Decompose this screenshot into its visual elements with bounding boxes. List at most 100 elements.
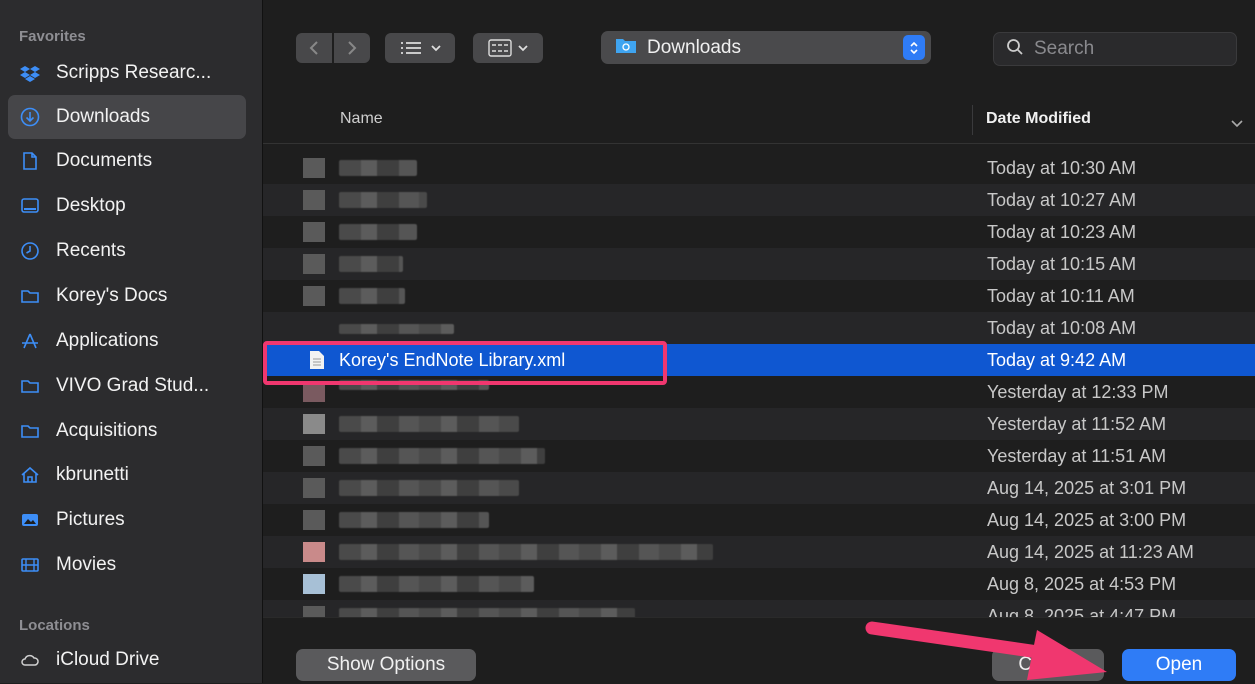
sidebar-item-label: Recents [56, 240, 126, 261]
blurred-filename [339, 192, 427, 208]
folder-icon [18, 419, 42, 443]
date-cell: Yesterday at 11:51 AM [987, 445, 1167, 466]
sidebar-item-pictures[interactable]: Pictures [8, 498, 246, 542]
search-input[interactable] [1032, 37, 1226, 61]
date-cell: Today at 10:15 AM [987, 253, 1137, 274]
open-button[interactable]: Open [1122, 649, 1236, 681]
downloads-icon [18, 105, 42, 129]
sidebar-item-label: VIVO Grad Stud... [56, 375, 210, 396]
pictures-icon [18, 508, 42, 532]
clock-icon [18, 239, 42, 263]
sidebar-item-label: Pictures [56, 509, 125, 530]
toolbar: Downloads [263, 0, 1255, 97]
sidebar-item-label: Korey's Docs [56, 285, 168, 306]
date-cell: Today at 10:30 AM [987, 157, 1137, 178]
file-row[interactable]: Today at 10:08 AM [263, 312, 1255, 344]
file-row[interactable]: Aug 14, 2025 at 11:23 AM [263, 536, 1255, 568]
sidebar: Favorites Scripps Researc... Downloads D… [0, 0, 263, 683]
file-row[interactable]: Aug 14, 2025 at 3:00 PM [263, 504, 1255, 536]
sidebar-item-desktop[interactable]: Desktop [8, 184, 246, 228]
file-row[interactable]: Today at 10:23 AM [263, 216, 1255, 248]
file-thumbnail [303, 382, 325, 402]
blurred-filename [339, 288, 405, 304]
list-header: Name Date Modified [263, 97, 1255, 144]
blurred-filename [339, 256, 403, 272]
blurred-filename [339, 512, 489, 528]
list-view-icon [399, 40, 425, 56]
file-row[interactable]: Today at 10:27 AM [263, 184, 1255, 216]
date-modified-column-header[interactable]: Date Modified [986, 110, 1091, 128]
folder-icon [18, 284, 42, 308]
file-thumbnail [303, 606, 325, 617]
file-thumbnail [303, 286, 325, 306]
sidebar-item-documents[interactable]: Documents [8, 139, 246, 183]
forward-button[interactable] [334, 33, 370, 63]
movies-icon [18, 553, 42, 577]
sidebar-item-movies[interactable]: Movies [8, 543, 246, 587]
sidebar-item-koreys-docs[interactable]: Korey's Docs [8, 274, 246, 318]
location-label: Downloads [647, 36, 741, 58]
document-icon [18, 149, 42, 173]
sidebar-item-downloads[interactable]: Downloads [8, 95, 246, 139]
downloads-folder-icon [615, 36, 637, 59]
sidebar-item-icloud-drive[interactable]: iCloud Drive [8, 638, 246, 682]
file-row[interactable]: Today at 10:11 AM [263, 280, 1255, 312]
date-cell: Today at 10:08 AM [987, 317, 1137, 338]
sidebar-item-recents[interactable]: Recents [8, 229, 246, 273]
file-thumbnail [303, 158, 325, 178]
desktop-icon [18, 194, 42, 218]
blurred-filename [339, 608, 635, 617]
file-row[interactable]: Today at 10:30 AM [263, 152, 1255, 184]
sidebar-item-kbrunetti[interactable]: kbrunetti [8, 453, 246, 497]
annotation-highlight-box [263, 341, 667, 385]
updown-chevron-icon [903, 35, 925, 60]
file-row[interactable]: Yesterday at 11:51 AM [263, 440, 1255, 472]
grid-view-icon [488, 39, 512, 57]
chevron-right-icon [346, 40, 358, 56]
list-view-button[interactable] [385, 33, 455, 63]
file-row[interactable]: Yesterday at 11:52 AM [263, 408, 1255, 440]
file-thumbnail [303, 574, 325, 594]
folder-icon [18, 374, 42, 398]
sidebar-item-acquisitions[interactable]: Acquisitions [8, 409, 246, 453]
file-thumbnail [303, 414, 325, 434]
file-thumbnail [303, 510, 325, 530]
sidebar-item-applications[interactable]: Applications [8, 319, 246, 363]
dropbox-icon [18, 61, 42, 85]
sidebar-item-label: Downloads [56, 106, 150, 127]
date-cell: Yesterday at 12:33 PM [987, 381, 1169, 402]
blurred-filename [339, 416, 519, 432]
back-button[interactable] [296, 33, 332, 63]
search-field[interactable] [993, 32, 1237, 66]
locations-section-label: Locations [19, 617, 90, 634]
blurred-filename [339, 480, 519, 496]
chevron-down-icon [431, 44, 441, 52]
file-thumbnail [303, 222, 325, 242]
sidebar-item-label: kbrunetti [56, 464, 129, 485]
blurred-filename [339, 448, 545, 464]
group-view-button[interactable] [473, 33, 543, 63]
sidebar-item-scripps-research[interactable]: Scripps Researc... [8, 51, 246, 95]
date-cell: Aug 14, 2025 at 3:01 PM [987, 477, 1187, 498]
sidebar-item-vivo-grad-stud[interactable]: VIVO Grad Stud... [8, 364, 246, 408]
file-row[interactable]: Today at 10:15 AM [263, 248, 1255, 280]
file-row[interactable]: Aug 14, 2025 at 3:01 PM [263, 472, 1255, 504]
blurred-filename [339, 160, 417, 176]
favorites-section-label: Favorites [19, 28, 86, 45]
show-options-button[interactable]: Show Options [296, 649, 476, 681]
file-row[interactable]: Aug 8, 2025 at 4:53 PM [263, 568, 1255, 600]
file-thumbnail [303, 446, 325, 466]
sidebar-item-label: Scripps Researc... [56, 62, 212, 83]
date-cell: Aug 14, 2025 at 3:00 PM [987, 509, 1187, 530]
chevron-left-icon [308, 40, 320, 56]
date-cell: Today at 9:42 AM [987, 349, 1127, 370]
location-popup[interactable]: Downloads [601, 31, 931, 64]
column-divider[interactable] [972, 105, 973, 135]
blurred-filename [339, 324, 454, 334]
date-cell: Yesterday at 11:52 AM [987, 413, 1167, 434]
date-cell: Today at 10:11 AM [987, 285, 1135, 306]
date-cell: Today at 10:23 AM [987, 221, 1137, 242]
search-icon [1006, 38, 1024, 61]
name-column-header[interactable]: Name [340, 110, 383, 128]
sidebar-item-label: Acquisitions [56, 420, 158, 441]
